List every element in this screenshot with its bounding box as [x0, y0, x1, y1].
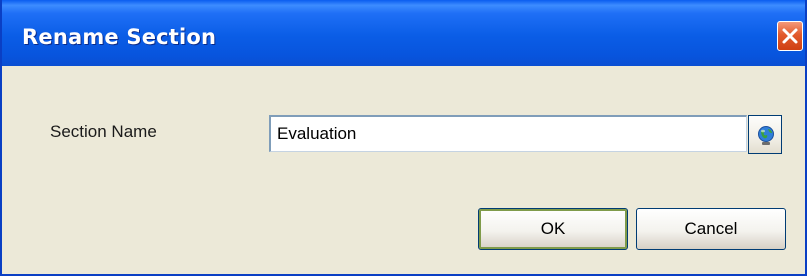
close-icon — [782, 28, 798, 44]
section-name-label: Section Name — [50, 122, 157, 141]
section-name-input[interactable] — [269, 115, 747, 152]
dialog-title: Rename Section — [22, 25, 217, 49]
rename-section-dialog: Rename Section Section Name OK Cancel — [0, 0, 807, 276]
globe-button[interactable] — [748, 115, 782, 154]
globe-icon — [758, 126, 774, 145]
close-button[interactable] — [777, 21, 803, 51]
ok-button[interactable]: OK — [478, 208, 628, 250]
cancel-button[interactable]: Cancel — [636, 208, 786, 250]
title-bar[interactable]: Rename Section — [2, 0, 805, 66]
